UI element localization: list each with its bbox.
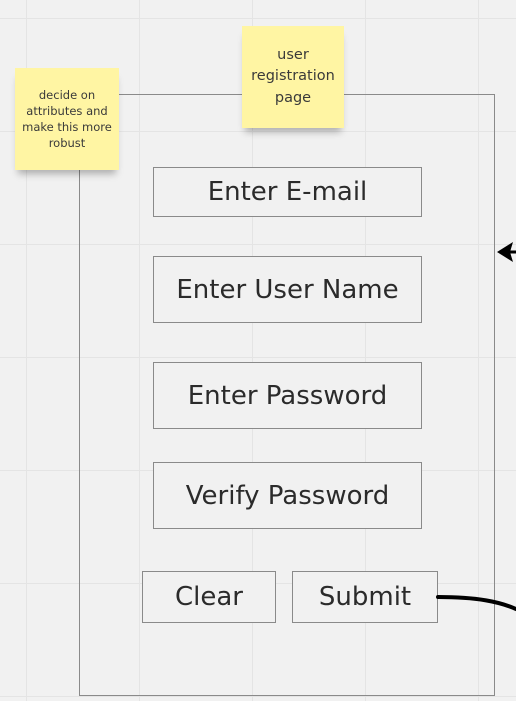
submit-button[interactable]: Submit <box>292 571 438 623</box>
username-field[interactable]: Enter User Name <box>153 256 422 323</box>
incoming-arrowhead-icon <box>497 242 513 262</box>
email-field-label: Enter E-mail <box>207 177 368 207</box>
sticky-note-attributes-text: decide on attributes and make this more … <box>22 88 112 150</box>
sticky-note-attributes[interactable]: decide on attributes and make this more … <box>15 68 119 170</box>
password-field[interactable]: Enter Password <box>153 362 422 429</box>
verify-password-field-label: Verify Password <box>185 480 390 511</box>
sticky-note-page-title-text: user registration page <box>251 46 335 106</box>
sticky-note-page-title[interactable]: user registration page <box>242 26 344 128</box>
username-field-label: Enter User Name <box>176 274 399 305</box>
password-field-label: Enter Password <box>187 380 388 411</box>
verify-password-field[interactable]: Verify Password <box>153 462 422 529</box>
email-field[interactable]: Enter E-mail <box>153 167 422 217</box>
clear-button[interactable]: Clear <box>142 571 276 623</box>
clear-button-label: Clear <box>175 582 243 612</box>
submit-button-label: Submit <box>318 582 412 612</box>
